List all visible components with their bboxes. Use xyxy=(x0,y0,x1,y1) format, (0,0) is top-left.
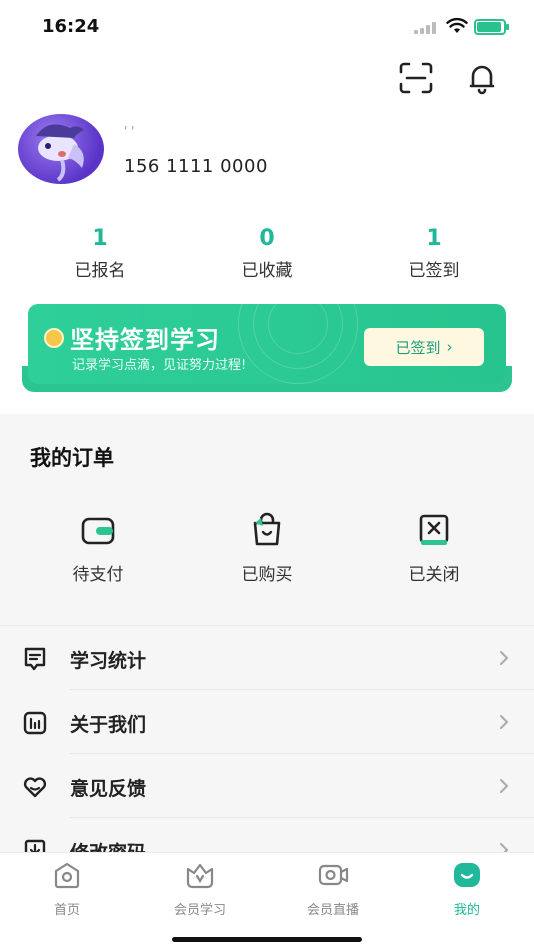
member-study-icon xyxy=(186,863,214,889)
stat-checkins[interactable]: 1 已签到 xyxy=(354,226,514,281)
checked-in-button[interactable]: 已签到 › xyxy=(364,328,484,366)
stat-label: 已报名 xyxy=(74,261,126,281)
chevron-right-icon: › xyxy=(446,338,453,356)
menu-label: 学习统计 xyxy=(70,650,147,672)
stats-row: 1 已报名 0 已收藏 1 已签到 xyxy=(0,226,534,286)
mine-icon xyxy=(454,863,480,887)
menu-label: 意见反馈 xyxy=(70,778,147,800)
tab-label: 会员直播 xyxy=(306,903,359,918)
coin-icon xyxy=(44,328,64,348)
menu-item-study-stats[interactable]: 学习统计 xyxy=(0,626,534,690)
tab-label: 首页 xyxy=(53,903,80,918)
wallet-icon xyxy=(81,517,115,545)
shopping-bag-icon xyxy=(253,512,281,546)
menu-item-change-password[interactable]: 修改密码 xyxy=(0,818,534,855)
banner-subtitle: 记录学习点滴，见证努力过程! xyxy=(72,358,247,373)
status-bar: 16:24 xyxy=(0,0,534,52)
chevron-right-icon xyxy=(500,651,509,665)
tab-member-live[interactable]: 会员直播 xyxy=(266,861,400,918)
stat-label: 已签到 xyxy=(408,261,460,281)
feedback-heart-icon xyxy=(23,777,47,798)
order-pending-payment[interactable]: 待支付 xyxy=(18,510,178,585)
banner-title: 坚持签到学习 xyxy=(70,326,220,354)
tab-label: 我的 xyxy=(453,903,480,918)
home-indicator xyxy=(172,937,362,942)
home-icon xyxy=(54,862,80,889)
stat-label: 已收藏 xyxy=(241,261,293,281)
order-label: 已购买 xyxy=(241,565,293,585)
signal-icon xyxy=(414,22,438,34)
scan-icon[interactable] xyxy=(398,61,434,95)
order-closed[interactable]: 已关闭 xyxy=(354,510,514,585)
order-label: 待支付 xyxy=(72,565,124,585)
chevron-right-icon xyxy=(500,779,509,793)
menu-item-about-us[interactable]: 关于我们 xyxy=(0,690,534,754)
settings-menu: 学习统计 关于我们 意见反馈 修改密码 xyxy=(0,625,534,855)
battery-icon xyxy=(474,19,509,35)
checked-in-label: 已签到 xyxy=(395,338,441,357)
order-purchased[interactable]: 已购买 xyxy=(187,510,347,585)
nickname: ' ' xyxy=(124,124,135,138)
chevron-right-icon xyxy=(500,715,509,729)
tab-mine[interactable]: 我的 xyxy=(400,861,534,918)
live-camera-icon xyxy=(318,864,349,886)
stat-value: 1 xyxy=(92,226,108,251)
menu-item-feedback[interactable]: 意见反馈 xyxy=(0,754,534,818)
bottom-tab-bar: 首页 会员学习 会员直播 我的 xyxy=(0,852,534,950)
stat-value: 1 xyxy=(426,226,442,251)
checkin-banner: 坚持签到学习 记录学习点滴，见证努力过程! 已签到 › xyxy=(22,304,512,394)
closed-order-icon xyxy=(419,514,449,545)
notification-bell-icon[interactable] xyxy=(464,60,500,96)
stat-registered[interactable]: 1 已报名 xyxy=(20,226,180,281)
phone-number: 156 1111 0000 xyxy=(124,156,268,177)
status-time: 16:24 xyxy=(42,16,100,37)
menu-label: 关于我们 xyxy=(70,714,147,736)
study-stats-icon xyxy=(24,647,46,671)
my-orders-section: 我的订单 待支付 已购买 已关闭 xyxy=(0,414,534,624)
stat-favorites[interactable]: 0 已收藏 xyxy=(187,226,347,281)
wifi-icon xyxy=(446,17,468,33)
tab-member-study[interactable]: 会员学习 xyxy=(133,861,267,918)
profile-section: ' ' 156 1111 0000 1 已报名 0 已收藏 1 已签到 坚持签到… xyxy=(0,52,534,414)
avatar[interactable] xyxy=(18,114,104,184)
tab-home[interactable]: 首页 xyxy=(0,861,134,918)
about-us-icon xyxy=(23,711,47,735)
orders-title: 我的订单 xyxy=(30,446,114,470)
order-label: 已关闭 xyxy=(408,565,460,585)
stat-value: 0 xyxy=(259,226,275,251)
tab-label: 会员学习 xyxy=(173,903,226,918)
